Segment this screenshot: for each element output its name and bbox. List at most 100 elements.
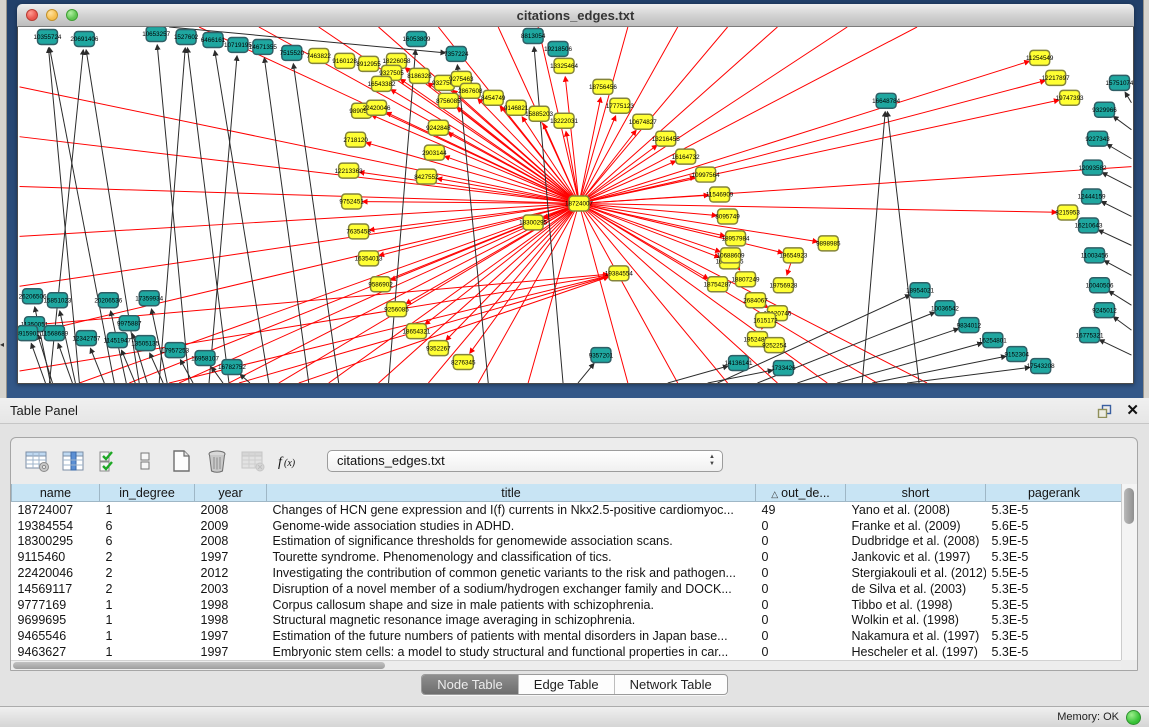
table-cell[interactable]: de Silva et al. (2003) xyxy=(846,581,986,597)
table-row[interactable]: 1830029562008Estimation of significance … xyxy=(12,534,1123,550)
network-node[interactable]: 9357201 xyxy=(589,348,614,363)
table-row[interactable]: 946554611997Estimation of the future num… xyxy=(12,628,1123,644)
network-node[interactable]: 22420046 xyxy=(363,100,391,115)
table-row[interactable]: 2242004622012Investigating the contribut… xyxy=(12,565,1123,581)
network-node[interactable]: 19654923 xyxy=(779,248,807,263)
table-cell[interactable]: 9463627 xyxy=(12,644,100,660)
network-node[interactable]: 7515520 xyxy=(280,45,305,60)
table-row[interactable]: 1938455462009Genome-wide association stu… xyxy=(12,518,1123,534)
network-node[interactable]: 18300295 xyxy=(519,215,547,230)
network-node[interactable]: 9329966 xyxy=(1092,102,1117,117)
network-node[interactable]: 9245012 xyxy=(1092,303,1117,318)
citation-network-graph[interactable]: 1035572420691406106532571527602646616110… xyxy=(18,27,1133,383)
network-node[interactable]: 9752451 xyxy=(339,194,364,209)
table-cell[interactable]: 5.3E-5 xyxy=(986,613,1123,629)
table-cell[interactable]: Yano et al. (2008) xyxy=(846,502,986,518)
network-node[interactable]: 2684067 xyxy=(743,293,768,308)
network-node[interactable]: 17543208 xyxy=(1027,359,1055,374)
network-node[interactable]: 14136141 xyxy=(725,356,753,371)
table-row[interactable]: 1872400712008Changes of HCN gene express… xyxy=(12,502,1123,518)
table-cell[interactable]: 49 xyxy=(756,502,846,518)
table-cell[interactable]: Estimation of significance thresholds fo… xyxy=(267,534,756,550)
tab-node-table[interactable]: Node Table xyxy=(422,675,519,694)
column-header-title[interactable]: title xyxy=(267,484,756,502)
network-node[interactable]: 13216455 xyxy=(652,131,680,146)
network-node[interactable]: 19756928 xyxy=(769,278,797,293)
table-cell[interactable]: 1 xyxy=(100,613,195,629)
network-node[interactable]: 9834012 xyxy=(957,318,982,333)
table-cell[interactable]: Changes of HCN gene expression and I(f) … xyxy=(267,502,756,518)
network-node[interactable]: 2718120 xyxy=(343,132,368,147)
table-cell[interactable]: 2 xyxy=(100,581,195,597)
network-node[interactable]: 18807249 xyxy=(732,272,760,287)
table-cell[interactable]: 5.3E-5 xyxy=(986,644,1123,660)
table-cell[interactable]: 5.3E-5 xyxy=(986,597,1123,613)
table-cell[interactable]: 0 xyxy=(756,581,846,597)
float-panel-icon[interactable] xyxy=(1097,404,1112,418)
table-cell[interactable]: 9699695 xyxy=(12,613,100,629)
table-cell[interactable]: Disruption of a novel member of a sodium… xyxy=(267,581,756,597)
table-cell[interactable]: 5.6E-5 xyxy=(986,518,1123,534)
network-node[interactable]: 14671355 xyxy=(249,39,277,54)
table-cell[interactable]: Embryonic stem cells: a model to study s… xyxy=(267,644,756,660)
left-panel-strip[interactable] xyxy=(0,0,7,398)
network-node[interactable]: 3915901 xyxy=(18,326,40,341)
table-cell[interactable]: 2003 xyxy=(195,581,267,597)
table-cell[interactable]: 1998 xyxy=(195,613,267,629)
table-cell[interactable]: Corpus callosum shape and size in male p… xyxy=(267,597,756,613)
network-node[interactable]: 11568689 xyxy=(41,326,69,341)
table-cell[interactable]: Estimation of the future numbers of pati… xyxy=(267,628,756,644)
network-node[interactable]: 18957984 xyxy=(722,231,750,246)
right-panel-strip[interactable] xyxy=(1143,0,1149,398)
table-cell[interactable]: 5.3E-5 xyxy=(986,581,1123,597)
network-node[interactable]: 18754287 xyxy=(704,277,732,292)
table-cell[interactable]: 2012 xyxy=(195,565,267,581)
network-node[interactable]: 9252254 xyxy=(762,338,787,353)
network-node[interactable]: 16543382 xyxy=(368,76,396,91)
table-cell[interactable]: 0 xyxy=(756,549,846,565)
network-node[interactable]: 12093582 xyxy=(1079,160,1107,175)
network-node[interactable]: 9352267 xyxy=(426,341,451,356)
table-cell[interactable]: 2009 xyxy=(195,518,267,534)
network-node[interactable]: 7635458 xyxy=(346,224,371,239)
vertical-scrollbar-thumb[interactable] xyxy=(1124,488,1134,524)
table-cell[interactable]: 9115460 xyxy=(12,549,100,565)
network-node[interactable]: 2867608 xyxy=(458,83,483,98)
network-node[interactable]: 16210643 xyxy=(1075,218,1103,233)
table-cell[interactable]: 2008 xyxy=(195,502,267,518)
network-node[interactable]: 20691406 xyxy=(70,31,98,46)
network-node[interactable]: 8427552 xyxy=(414,169,439,184)
column-header-out-de-[interactable]: △out_de... xyxy=(756,484,846,502)
table-cell[interactable]: 1 xyxy=(100,502,195,518)
network-node[interactable]: 16775321 xyxy=(1076,328,1104,343)
table-cell[interactable]: 14569117 xyxy=(12,581,100,597)
network-node[interactable]: 8454749 xyxy=(481,90,506,105)
network-node[interactable]: 15751074 xyxy=(1106,75,1133,90)
network-canvas[interactable]: 1035572420691406106532571527602646616110… xyxy=(17,27,1134,384)
table-cell[interactable]: 0 xyxy=(756,518,846,534)
table-cell[interactable]: 1 xyxy=(100,628,195,644)
network-node[interactable]: 9242848 xyxy=(426,120,451,135)
table-cell[interactable]: 19384554 xyxy=(12,518,100,534)
select-all-columns-icon[interactable] xyxy=(95,447,123,475)
network-node[interactable]: 9898985 xyxy=(816,236,841,251)
network-node[interactable]: 8186328 xyxy=(407,68,432,83)
network-node[interactable]: 13222031 xyxy=(550,113,578,128)
table-cell[interactable]: 1997 xyxy=(195,628,267,644)
network-node[interactable]: 10997564 xyxy=(692,167,720,182)
network-node[interactable]: 9586902 xyxy=(368,277,393,292)
network-node[interactable]: 8912955 xyxy=(356,56,381,71)
table-cell[interactable]: 1998 xyxy=(195,597,267,613)
delete-columns-icon[interactable] xyxy=(203,447,231,475)
table-cell[interactable]: 2 xyxy=(100,565,195,581)
network-node[interactable]: 18654321 xyxy=(403,324,431,339)
table-cell[interactable]: Nakamura et al. (1997) xyxy=(846,628,986,644)
column-header-pagerank[interactable]: pagerank xyxy=(986,484,1123,502)
network-node[interactable]: 8756085 xyxy=(436,93,461,108)
table-cell[interactable]: 22420046 xyxy=(12,565,100,581)
network-node[interactable]: 11546909 xyxy=(706,187,734,202)
table-mode-icon[interactable] xyxy=(23,447,51,475)
table-cell[interactable]: 1997 xyxy=(195,644,267,660)
table-cell[interactable]: 6 xyxy=(100,518,195,534)
table-cell[interactable]: Hescheler et al. (1997) xyxy=(846,644,986,660)
